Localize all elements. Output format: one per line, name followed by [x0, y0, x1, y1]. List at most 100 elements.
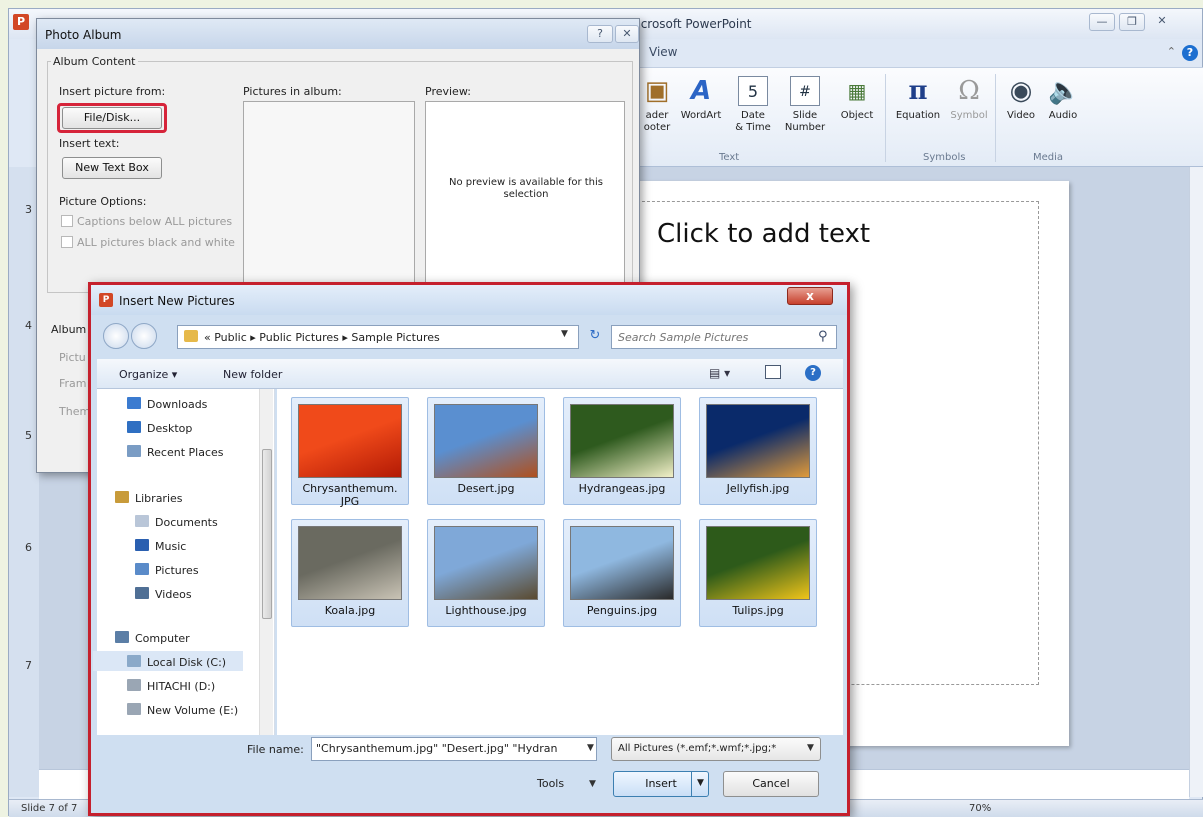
- nav-item-hitachi-d[interactable]: HITACHI (D:): [127, 679, 215, 693]
- captions-checkbox[interactable]: [61, 215, 73, 227]
- nav-item-documents[interactable]: Documents: [135, 515, 218, 529]
- nav-item-music[interactable]: Music: [135, 539, 186, 553]
- slide-status: Slide 7 of 7: [21, 803, 78, 814]
- nav-item-label: Local Disk (C:): [147, 656, 227, 669]
- search-input[interactable]: [618, 331, 798, 344]
- file-name-dropdown-icon[interactable]: ▼: [587, 743, 594, 753]
- no-preview-message: No preview is available for this selecti…: [448, 177, 604, 200]
- ribbon: ▣ ader ooter A WordArt 5 Date & Time # S…: [639, 67, 1203, 167]
- insert-split-dropdown-icon[interactable]: ▼: [691, 771, 709, 797]
- address-bar[interactable]: « Public ▸ Public Pictures ▸ Sample Pict…: [177, 325, 579, 349]
- nav-item-videos[interactable]: Videos: [135, 587, 192, 601]
- close-button[interactable]: x: [787, 287, 833, 305]
- refresh-icon[interactable]: ↻: [583, 325, 607, 349]
- search-box[interactable]: ⚲: [611, 325, 837, 349]
- slide-number-button[interactable]: # Slide Number: [783, 76, 827, 134]
- audio-button[interactable]: 🔈 Audio: [1043, 76, 1083, 122]
- insert-picture-from-label: Insert picture from:: [59, 85, 166, 98]
- nav-item-downloads[interactable]: Downloads: [127, 397, 207, 411]
- nav-item-computer[interactable]: Computer: [115, 631, 190, 645]
- slide-number-icon: #: [790, 76, 820, 106]
- picture-layout-label: Pictu: [59, 351, 86, 364]
- organize-button[interactable]: Organize ▾: [119, 368, 177, 381]
- ribbon-separator: [995, 74, 996, 162]
- ribbon-separator: [885, 74, 886, 162]
- change-view-icon[interactable]: ▤ ▾: [709, 366, 730, 380]
- video-button[interactable]: ◉ Video: [1001, 76, 1041, 122]
- nav-item-recent-places[interactable]: Recent Places: [127, 445, 224, 459]
- nav-item-new-volume-e[interactable]: New Volume (E:): [127, 703, 238, 717]
- file-disk-button[interactable]: File/Disk...: [62, 107, 162, 129]
- file-tile[interactable]: Tulips.jpg: [699, 519, 817, 627]
- zoom-level[interactable]: 70%: [969, 803, 991, 814]
- file-tile[interactable]: Jellyfish.jpg: [699, 397, 817, 505]
- header-footer-button[interactable]: ▣ ader ooter: [639, 76, 675, 134]
- local-disk-c-icon: [127, 655, 141, 667]
- file-name-label: File name:: [247, 743, 304, 756]
- minimize-button[interactable]: —: [1089, 13, 1115, 31]
- powerpoint-app-icon[interactable]: P: [13, 14, 29, 30]
- help-icon[interactable]: ?: [1182, 45, 1198, 61]
- tools-button[interactable]: Tools: [537, 777, 564, 790]
- file-type-dropdown-icon[interactable]: ▼: [807, 743, 814, 753]
- dialog-help-button[interactable]: ?: [587, 25, 613, 43]
- help-icon[interactable]: ?: [805, 365, 821, 381]
- cancel-button[interactable]: Cancel: [723, 771, 819, 797]
- file-thumbnail: [570, 404, 674, 478]
- new-folder-button[interactable]: New folder: [223, 368, 282, 381]
- dialog-close-button[interactable]: ✕: [615, 25, 639, 43]
- file-name: Chrysanthemum. JPG: [302, 482, 398, 508]
- picture-options-label: Picture Options:: [59, 195, 147, 208]
- nav-scrollbar[interactable]: [259, 389, 273, 735]
- nav-item-libraries[interactable]: Libraries: [115, 491, 183, 505]
- documents-icon: [135, 515, 149, 527]
- close-button[interactable]: ✕: [1149, 13, 1175, 31]
- search-icon[interactable]: ⚲: [818, 329, 828, 344]
- file-thumbnail: [706, 526, 810, 600]
- wordart-icon: A: [690, 76, 712, 106]
- music-icon: [135, 539, 149, 551]
- black-white-checkbox[interactable]: [61, 236, 73, 248]
- audio-label: Audio: [1048, 110, 1078, 121]
- hitachi-d-icon: [127, 679, 141, 691]
- address-dropdown-icon[interactable]: ▼: [561, 329, 568, 339]
- tab-view[interactable]: View: [649, 45, 677, 59]
- file-type-select[interactable]: All Pictures (*.emf;*.wmf;*.jpg;*: [611, 737, 821, 761]
- minimize-ribbon-icon[interactable]: ⌃: [1167, 45, 1176, 58]
- preview-pane-icon[interactable]: [765, 365, 781, 379]
- back-button[interactable]: [103, 323, 129, 349]
- file-tile[interactable]: Chrysanthemum. JPG: [291, 397, 409, 508]
- nav-item-local-disk-c[interactable]: Local Disk (C:): [127, 655, 226, 669]
- restore-button[interactable]: ❐: [1119, 13, 1145, 31]
- nav-item-desktop[interactable]: Desktop: [127, 421, 192, 435]
- nav-item-label: Computer: [135, 632, 190, 645]
- wordart-button[interactable]: A WordArt: [679, 76, 723, 122]
- file-tile[interactable]: Desert.jpg: [427, 397, 545, 505]
- file-tile[interactable]: Penguins.jpg: [563, 519, 681, 627]
- black-white-label: ALL pictures black and white: [77, 236, 235, 249]
- file-tile[interactable]: Hydrangeas.jpg: [563, 397, 681, 505]
- symbol-button[interactable]: Ω Symbol: [947, 76, 991, 122]
- equation-button[interactable]: π Equation: [891, 76, 945, 122]
- insert-dialog-title: Insert New Pictures: [119, 294, 235, 308]
- slide-number-4: 4: [25, 319, 32, 332]
- forward-button[interactable]: [131, 323, 157, 349]
- nav-scroll-thumb[interactable]: [262, 449, 272, 619]
- file-tile[interactable]: Lighthouse.jpg: [427, 519, 545, 627]
- recent-places-icon: [127, 445, 141, 457]
- file-tile[interactable]: Koala.jpg: [291, 519, 409, 627]
- tools-dropdown-icon[interactable]: ▼: [589, 779, 596, 789]
- downloads-icon: [127, 397, 141, 409]
- videos-icon: [135, 587, 149, 599]
- album-layout-label: Album: [51, 323, 87, 336]
- nav-item-label: New Volume (E:): [147, 704, 239, 717]
- vertical-scrollbar[interactable]: [1189, 167, 1203, 797]
- object-button[interactable]: ▦ Object: [835, 76, 879, 122]
- new-text-box-button[interactable]: New Text Box: [62, 157, 162, 179]
- file-thumbnail: [706, 404, 810, 478]
- nav-item-pictures[interactable]: Pictures: [135, 563, 199, 577]
- file-name-input[interactable]: "Chrysanthemum.jpg" "Desert.jpg" "Hydran: [311, 737, 597, 761]
- pictures-in-album-list[interactable]: [243, 101, 415, 291]
- slide-placeholder-text[interactable]: Click to add text: [657, 219, 870, 249]
- date-time-button[interactable]: 5 Date & Time: [731, 76, 775, 134]
